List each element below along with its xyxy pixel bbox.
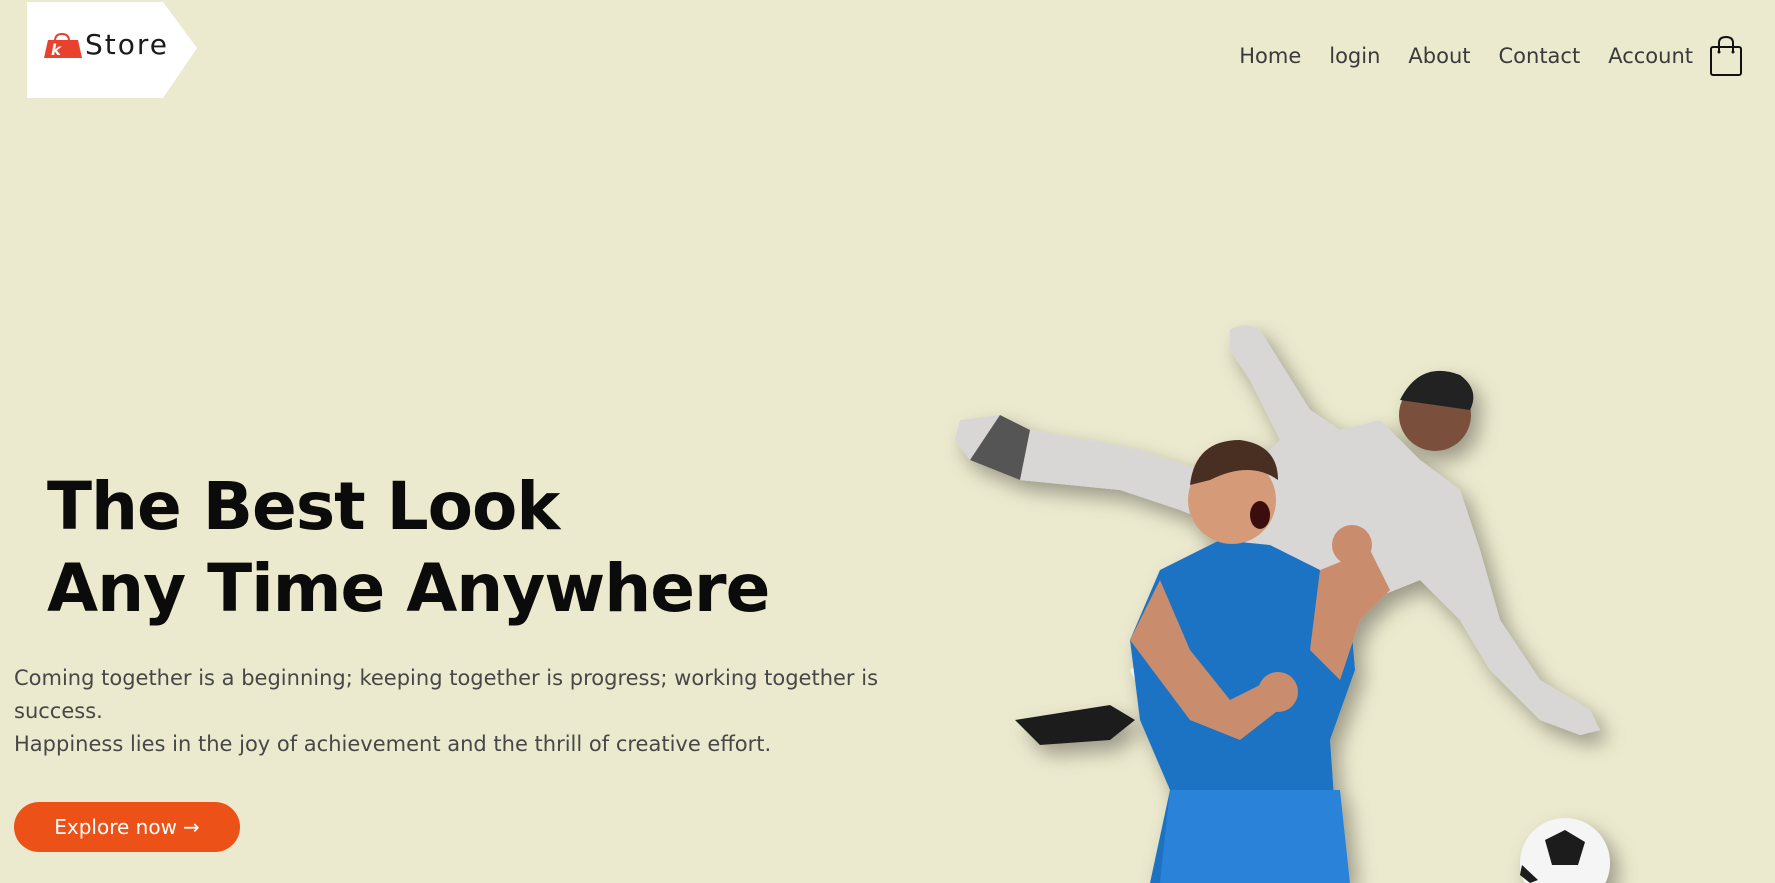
explore-now-button[interactable]: Explore now → <box>14 802 240 852</box>
hero-description: Coming together is a beginning; keeping … <box>14 662 894 761</box>
shopping-bag-icon[interactable] <box>1709 35 1743 77</box>
hero-title-line2: Any Time Anywhere <box>47 550 770 627</box>
nav-contact[interactable]: Contact <box>1499 42 1581 70</box>
hero-title-line1: The Best Look <box>47 468 560 545</box>
main-nav: Home login About Contact Account <box>1239 42 1693 70</box>
nav-about[interactable]: About <box>1408 42 1470 70</box>
hero-title: The Best Look Any Time Anywhere <box>47 466 770 630</box>
logo-text: Store <box>85 28 170 61</box>
explore-now-label: Explore now <box>54 815 177 839</box>
hero-description-line2: Happiness lies in the joy of achievement… <box>14 732 772 756</box>
logo-mark: k <box>51 41 62 59</box>
nav-account[interactable]: Account <box>1608 42 1693 70</box>
logo[interactable]: k Store <box>27 2 197 98</box>
hero-description-line1: Coming together is a beginning; keeping … <box>14 666 879 723</box>
nav-home[interactable]: Home <box>1239 42 1301 70</box>
arrow-right-icon: → <box>182 815 200 839</box>
nav-login[interactable]: login <box>1329 42 1380 70</box>
hero-soccer-players-image <box>955 325 1610 883</box>
logo-bag-icon: k <box>44 32 82 59</box>
